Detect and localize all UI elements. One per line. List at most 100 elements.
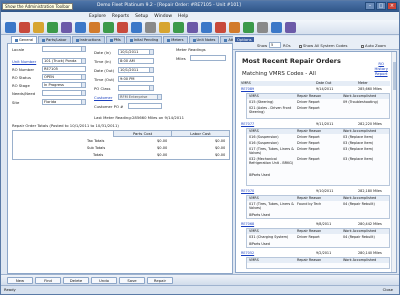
- ro-link[interactable]: RE7089: [241, 87, 254, 92]
- menu-setup[interactable]: Setup: [135, 14, 148, 19]
- parts-used-toggle[interactable]: ⊞ Parts Used: [247, 213, 389, 218]
- settings-icon[interactable]: [145, 22, 156, 33]
- menu-window[interactable]: Window: [154, 14, 172, 19]
- customer-po-field[interactable]: [128, 103, 162, 109]
- users-icon[interactable]: [187, 22, 198, 33]
- ro-tabs: General Parts/Labor Instructions PMs Ini…: [11, 36, 256, 43]
- undo-button[interactable]: Undo: [91, 277, 117, 284]
- options-label: Options: [235, 37, 254, 42]
- calendar-icon[interactable]: [61, 22, 72, 33]
- minimize-button[interactable]: –: [365, 2, 375, 10]
- tab-unit-notes[interactable]: Unit Notes: [188, 36, 220, 43]
- menu-reports[interactable]: Reports: [112, 14, 129, 19]
- order-row: RE7068 9/8/2011 280,442 Miles: [241, 222, 382, 227]
- alert-icon[interactable]: [117, 22, 128, 33]
- show-count-field[interactable]: 5: [269, 42, 281, 48]
- time-out-field[interactable]: 9:00 PM: [118, 76, 154, 82]
- action-bar: New Find Delete Undo Save Repair: [1, 274, 399, 285]
- new-button[interactable]: New: [7, 277, 33, 284]
- main-toolbar: [1, 20, 399, 35]
- pending-icon: [129, 38, 133, 42]
- general-icon: [15, 38, 18, 42]
- tools-icon[interactable]: [229, 22, 240, 33]
- ros-label: ROs: [283, 43, 291, 48]
- site-field[interactable]: Florida: [42, 99, 86, 105]
- last-meter-label: Last Meter Reading:: [94, 115, 133, 120]
- ro-link[interactable]: RE7052: [241, 251, 254, 256]
- ro-link[interactable]: RE7070: [241, 189, 254, 194]
- menu-help[interactable]: Help: [178, 14, 188, 19]
- parts-used-toggle[interactable]: ⊞ Parts Used: [247, 173, 389, 178]
- notes-icon: [192, 38, 196, 42]
- wrench-icon[interactable]: [89, 22, 100, 33]
- totals-label: Totals: [93, 153, 104, 157]
- ro-history-report-link[interactable]: RO History Report: [374, 61, 388, 76]
- help-icon[interactable]: [285, 22, 296, 33]
- pms-icon: [109, 38, 113, 42]
- fuel-icon[interactable]: [131, 22, 142, 33]
- ro-status-field[interactable]: OPEN: [42, 74, 86, 80]
- print-icon[interactable]: [257, 22, 268, 33]
- customer-label[interactable]: Customer: [94, 95, 112, 100]
- sub-totals-label: Sub Totals: [87, 146, 106, 150]
- parts-icon[interactable]: [103, 22, 114, 33]
- status-close-button[interactable]: Close: [383, 286, 393, 294]
- maximize-button[interactable]: □: [376, 2, 386, 10]
- miles-field[interactable]: [190, 55, 226, 61]
- labor-sub-value: $0.00: [215, 146, 226, 150]
- date-out-field[interactable]: 10/1/2011: [118, 67, 154, 73]
- auto-zoom-checkbox[interactable]: Auto Zoom: [361, 43, 386, 48]
- folder-icon[interactable]: [33, 22, 44, 33]
- ro-link[interactable]: RE7068: [241, 222, 254, 227]
- repair-orders-panel: Most Recent Repair Orders Matching VMRS …: [235, 51, 397, 273]
- ro-link[interactable]: RE7077: [241, 122, 254, 127]
- chart-icon[interactable]: [271, 22, 282, 33]
- meters-icon: [167, 38, 171, 42]
- time-in-field[interactable]: 8:00 AM: [118, 58, 154, 64]
- instructions-icon: [75, 38, 79, 42]
- locale-field[interactable]: [42, 46, 86, 52]
- time-in-label: Time (In): [94, 59, 111, 64]
- tab-pms[interactable]: PMs: [105, 36, 125, 43]
- unit-number-label[interactable]: Unit Number: [12, 59, 36, 64]
- ro-number-field[interactable]: RE7105: [42, 66, 86, 72]
- tab-inital-pending[interactable]: Inital Pending: [125, 36, 163, 43]
- parts-tax-value: $0.00: [157, 139, 168, 143]
- labor-cost-header: Labor Cost: [171, 131, 229, 137]
- tire-icon[interactable]: [215, 22, 226, 33]
- unit-number-field[interactable]: 101 (Truck) Ponda: [42, 58, 86, 64]
- save-button[interactable]: Save: [119, 277, 145, 284]
- report-icon[interactable]: [159, 22, 170, 33]
- panel-scrollbar[interactable]: [391, 52, 396, 272]
- ro-number-label: RO Number: [12, 67, 35, 72]
- gauge-icon[interactable]: [201, 22, 212, 33]
- customer-field[interactable]: RFM Enterprise: [118, 94, 162, 100]
- refresh-icon[interactable]: [47, 22, 58, 33]
- delete-button[interactable]: Delete: [63, 277, 89, 284]
- tab-general[interactable]: General: [11, 36, 38, 43]
- money-icon[interactable]: [243, 22, 254, 33]
- find-button[interactable]: Find: [35, 277, 61, 284]
- po-class-field[interactable]: [118, 85, 154, 91]
- home-icon[interactable]: [5, 22, 16, 33]
- back-icon[interactable]: [19, 22, 30, 33]
- order-detail: VMRS Repair Reason Work Accomplished 017…: [246, 195, 390, 219]
- general-form: Locale Unit Number 101 (Truck) Ponda RO …: [7, 43, 233, 274]
- parts-labor-icon: [42, 38, 46, 42]
- order-row: RE7089 9/14/2011 285,660 Miles: [241, 87, 382, 92]
- menu-explore[interactable]: Explore: [89, 14, 106, 19]
- needs-field[interactable]: [42, 90, 86, 96]
- order-row: RE7070 9/10/2011 282,180 Miles: [241, 189, 382, 194]
- tab-parts-labor[interactable]: Parts/Labor: [38, 36, 71, 43]
- truck-icon[interactable]: [75, 22, 86, 33]
- ro-stage-field[interactable]: In Progress: [42, 82, 86, 88]
- show-all-codes-checkbox[interactable]: Show All System Codes: [299, 43, 347, 48]
- tab-instructions[interactable]: Instructions: [71, 36, 105, 43]
- repair-button[interactable]: Repair: [147, 277, 173, 284]
- labor-tax-value: $0.00: [215, 139, 226, 143]
- date-in-field[interactable]: 10/1/2011: [118, 49, 154, 55]
- close-window-button[interactable]: ×: [387, 2, 397, 10]
- tab-meters[interactable]: Meters: [163, 36, 188, 43]
- parts-used-toggle[interactable]: ⊞ Parts Used: [247, 242, 389, 247]
- check-icon[interactable]: [173, 22, 184, 33]
